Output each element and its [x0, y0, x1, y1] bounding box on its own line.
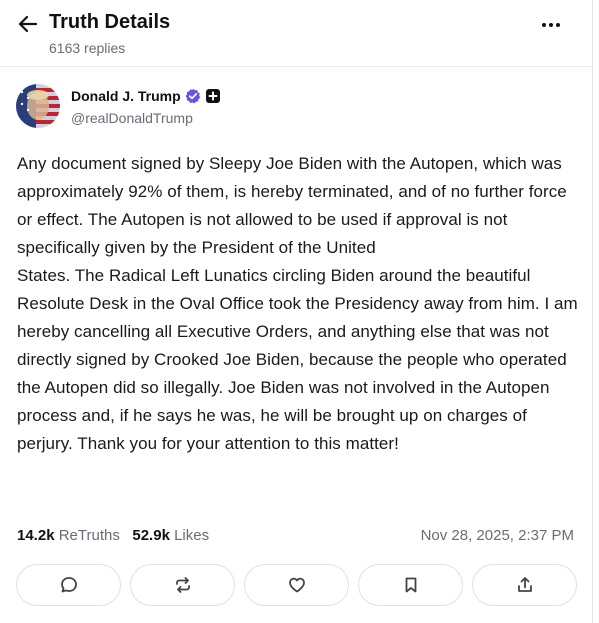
- retruths-count[interactable]: 14.2k: [17, 527, 55, 544]
- like-button[interactable]: [244, 564, 349, 606]
- retruths-label[interactable]: ReTruths: [59, 527, 120, 544]
- post-stats: 14.2k ReTruths 52.9k Likes: [17, 527, 209, 544]
- page-title: Truth Details: [49, 11, 171, 33]
- action-bar: [16, 564, 577, 606]
- avatar[interactable]: [16, 84, 60, 128]
- bookmark-icon: [405, 577, 416, 593]
- plus-badge-icon: [206, 89, 220, 103]
- reply-bubble-icon: [60, 577, 77, 593]
- share-button[interactable]: [472, 564, 577, 606]
- retruth-button[interactable]: [130, 564, 235, 606]
- header: Truth Details 6163 replies: [0, 0, 593, 66]
- verified-badge-icon: [185, 88, 201, 104]
- reply-count: 6163 replies: [49, 40, 126, 56]
- header-divider: [0, 66, 593, 67]
- share-icon: [517, 577, 532, 592]
- repost-icon: [175, 577, 190, 593]
- back-button[interactable]: [16, 13, 40, 35]
- avatar-image: [16, 84, 60, 128]
- truth-details-page: Truth Details 6163 replies Donald J. Tru…: [0, 0, 593, 623]
- reply-button[interactable]: [16, 564, 121, 606]
- arrow-left-icon: [18, 15, 38, 33]
- likes-label[interactable]: Likes: [174, 527, 209, 544]
- author-handle[interactable]: @realDonaldTrump: [71, 110, 193, 126]
- author-name[interactable]: Donald J. Trump: [71, 88, 181, 104]
- more-horizontal-icon: [542, 23, 546, 27]
- bookmark-button[interactable]: [358, 564, 463, 606]
- post-text: Any document signed by Sleepy Joe Biden …: [17, 154, 578, 453]
- likes-count[interactable]: 52.9k: [132, 527, 170, 544]
- post-timestamp: Nov 28, 2025, 2:37 PM: [420, 527, 574, 544]
- more-options-button[interactable]: [538, 14, 564, 36]
- heart-icon: [288, 577, 305, 593]
